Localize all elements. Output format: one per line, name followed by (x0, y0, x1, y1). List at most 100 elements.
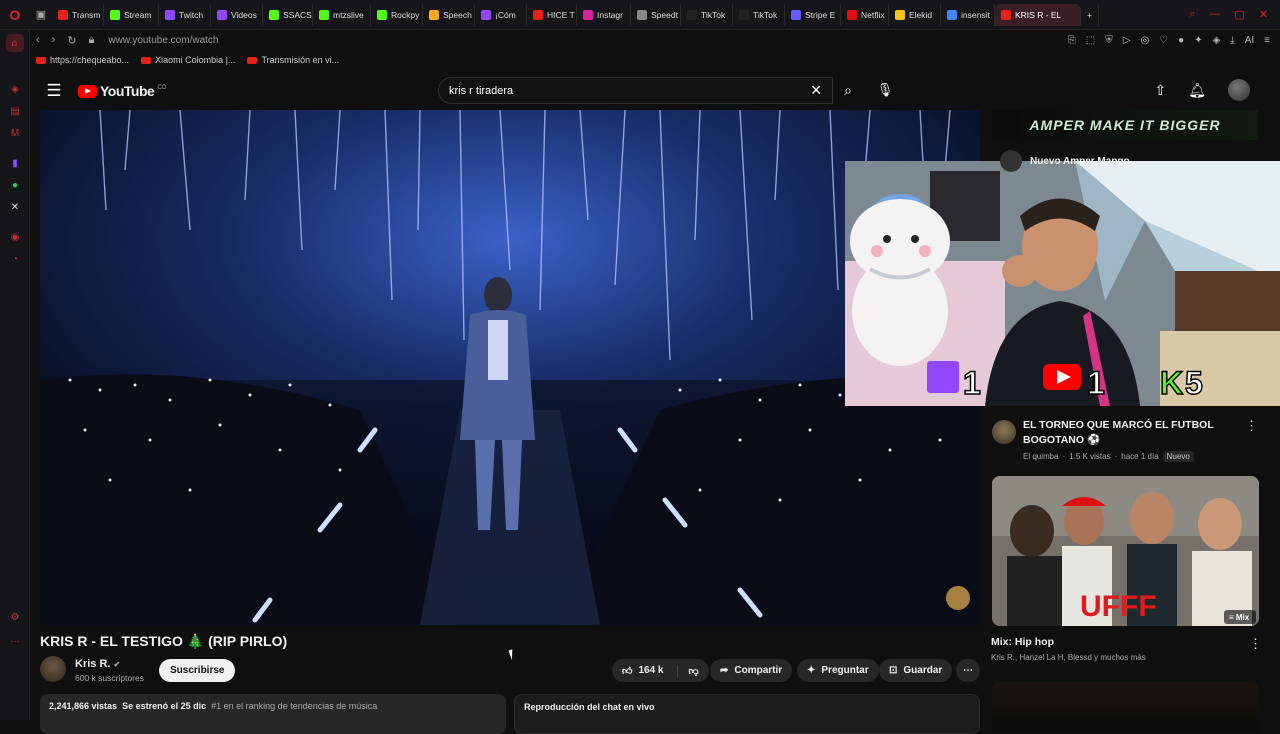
save-button[interactable]: ⊡ Guardar (879, 659, 953, 682)
sidebar-player-icon[interactable]: ◉ (0, 226, 30, 248)
clear-search-icon[interactable]: ✕ (810, 82, 822, 99)
description-box[interactable]: 2,241,866 vistas Se estrenó el 25 dic #1… (40, 694, 506, 734)
sidebar-whatsapp-icon[interactable]: ● (0, 174, 30, 196)
ad-banner[interactable]: AMPER MAKE IT BIGGER (992, 110, 1258, 140)
youtube-logo[interactable]: YouTube CO (78, 83, 166, 99)
browser-tab[interactable]: Instagr (577, 3, 631, 26)
extensions-icon[interactable]: ✦ (1194, 35, 1202, 46)
opera-logo[interactable]: O (0, 0, 30, 30)
trending-rank[interactable]: #1 en el ranking de tendencias de música (211, 701, 377, 711)
sidebar-messenger-icon[interactable]: ▤ (0, 100, 30, 122)
browser-tab[interactable]: TikTok (681, 3, 733, 26)
like-button[interactable]: 👍︎ 164 k 👎︎ (612, 659, 709, 682)
share-button[interactable]: ➦ Compartir (710, 659, 793, 682)
browser-tab[interactable]: SSACS (263, 3, 313, 26)
thumbs-down-icon[interactable]: 👎︎ (677, 664, 699, 677)
snapshot-icon[interactable]: ⬚ (1086, 35, 1095, 46)
mic-icon[interactable]: 🎙︎ (870, 75, 900, 105)
new-tab-button[interactable]: + (1081, 3, 1099, 26)
browser-tab[interactable]: Netflix (841, 3, 889, 26)
browser-tab[interactable]: HICE T (527, 3, 577, 26)
browser-tab[interactable]: Videos (211, 3, 263, 26)
sidebar-x-icon[interactable]: ✕ (0, 196, 30, 218)
sidebar-aria-icon[interactable]: ◈ (0, 78, 30, 100)
sidebar-music-icon[interactable]: M (0, 122, 30, 144)
more-actions-icon[interactable]: ⋯ (956, 659, 980, 682)
shield-icon[interactable]: ⛨ (1105, 35, 1113, 46)
ai-button[interactable]: AI (1245, 35, 1254, 46)
tab-favicon-icon (165, 9, 175, 20)
subscribe-button[interactable]: Suscribirse (159, 659, 236, 682)
bookmark-item[interactable]: https://chequeabo... (36, 55, 129, 65)
forward-icon[interactable]: › (52, 34, 56, 47)
video-player[interactable] (40, 110, 980, 625)
browser-tab[interactable]: insensit (941, 3, 995, 26)
flow-icon[interactable]: ◎ (1140, 35, 1149, 46)
browser-tab[interactable]: Rockpy (371, 3, 423, 26)
browser-tab[interactable]: mtzslive (313, 3, 371, 26)
bookmark-item[interactable]: Xiaomi Colombia |... (141, 55, 235, 65)
tab-favicon-icon (947, 9, 957, 20)
recommendation-channel[interactable]: El quimba (1023, 452, 1059, 461)
browser-tab[interactable]: Speech (423, 3, 475, 26)
browser-tab[interactable]: TikTok (733, 3, 785, 26)
recommendation-title[interactable]: EL TORNEO QUE MARCÓ EL FUTBOL BOGOTANO ⚽ (1023, 418, 1243, 448)
browser-tab-bar: O ▣ Transm Stream Twitch Videos SSACS mtzsliv… (0, 0, 1280, 30)
url-field[interactable]: www.youtube.com/watch (108, 35, 218, 46)
reload-icon[interactable]: ↻ (67, 34, 76, 47)
channel-avatar[interactable] (40, 656, 66, 682)
mix-thumbnail[interactable]: UFFF ≡ Mix (992, 476, 1259, 626)
menu-icon[interactable]: ≡ (1264, 35, 1270, 46)
browser-tab[interactable]: KRIS R - EL (995, 3, 1081, 26)
browser-tab[interactable]: Stripe E (785, 3, 841, 26)
browser-tab[interactable]: Elekid (889, 3, 941, 26)
heart-icon[interactable]: ♡ (1159, 35, 1168, 46)
tab-label: KRIS R - EL (1015, 9, 1062, 20)
browser-tab[interactable]: ¡Cóm (475, 3, 527, 26)
browser-tab[interactable]: Speedt (631, 3, 681, 26)
tab-favicon-icon (319, 9, 329, 20)
sidebar-settings-icon[interactable]: ⚙ (0, 606, 30, 628)
home-icon[interactable]: ⌂ (5, 34, 24, 52)
mix-title[interactable]: Mix: Hip hop (991, 636, 1054, 648)
next-recommendation-thumbnail[interactable] (992, 682, 1259, 732)
upload-icon[interactable]: ⇧ (1154, 82, 1166, 99)
minimize-icon[interactable]: — (1209, 8, 1220, 21)
notifications-bell-icon[interactable]: 🔔︎ (1188, 82, 1206, 99)
browser-tab[interactable]: Transm (52, 3, 104, 26)
account-avatar[interactable] (1228, 79, 1250, 101)
sidebar-more-icon[interactable]: … (0, 628, 30, 650)
vpn-icon[interactable]: ● (1178, 35, 1184, 46)
back-icon[interactable]: ‹ (36, 34, 40, 47)
chat-replay-box[interactable]: Reproducción del chat en vivo (514, 694, 980, 734)
mix-thumbnail-image: UFFF ≡ Mix (992, 476, 1259, 626)
search-input[interactable]: kris r tiradera ✕ (438, 77, 833, 104)
search-tabs-icon[interactable]: ⌕ (1189, 8, 1195, 21)
tab-label: Speech (443, 9, 472, 20)
tab-favicon-icon (1001, 9, 1011, 20)
tab-favicon-icon (533, 9, 543, 20)
youtube-count: 1 (1087, 365, 1105, 401)
ad-row[interactable]: Nuevo Amper Mango (1000, 150, 1260, 172)
ask-button[interactable]: ✦ Preguntar (797, 659, 879, 682)
hamburger-menu-icon[interactable]: ☰ (30, 81, 78, 101)
channel-avatar[interactable] (992, 420, 1016, 444)
more-options-icon[interactable]: ⋮ (1245, 418, 1258, 434)
sidebar-twitch-icon[interactable]: ▮ (0, 152, 30, 174)
search-icon[interactable]: ⌕ (833, 77, 863, 104)
tab-menu-icon[interactable]: ▣ (30, 0, 52, 30)
sidebar-history-icon[interactable]: ◔ (0, 248, 30, 270)
maximize-icon[interactable]: ▢ (1234, 8, 1244, 21)
channel-name[interactable]: Kris R. ✔ (75, 658, 120, 670)
close-window-icon[interactable]: ✕ (1259, 8, 1268, 21)
recommendation-item[interactable]: EL TORNEO QUE MARCÓ EL FUTBOL BOGOTANO ⚽… (992, 418, 1260, 466)
download-icon[interactable]: ⤓ (1230, 35, 1234, 46)
tab-strip: Transm Stream Twitch Videos SSACS mtzslive Roc… (52, 0, 1099, 30)
bookmark-icon[interactable]: ⎘ (1068, 35, 1076, 46)
bookmark-item[interactable]: Transmisión en vi... (247, 55, 339, 65)
player-icon[interactable]: ▷ (1123, 35, 1131, 46)
browser-tab[interactable]: Stream (104, 3, 159, 26)
more-options-icon[interactable]: ⋮ (1249, 636, 1262, 652)
wallet-icon[interactable]: ◈ (1213, 35, 1221, 46)
browser-tab[interactable]: Twitch (159, 3, 211, 26)
